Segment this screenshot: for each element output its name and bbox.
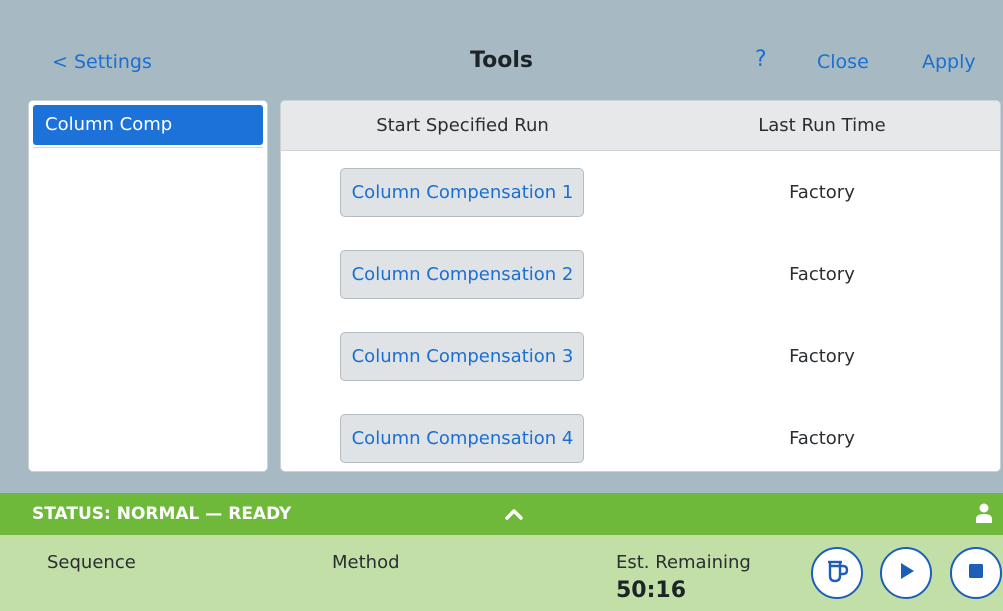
run-cell: Column Compensation 4 xyxy=(281,413,644,463)
table-header: Start Specified Run Last Run Time xyxy=(281,101,1000,151)
method-label: Method xyxy=(332,552,400,573)
close-button[interactable]: Close xyxy=(817,51,869,73)
run-info-panel: Sequence Method Est. Remaining 50:16 xyxy=(0,535,1003,611)
sidebar-divider xyxy=(33,147,263,148)
stop-button[interactable] xyxy=(950,547,1002,599)
chevron-up-icon[interactable] xyxy=(500,500,528,528)
column-compensation-4-button[interactable]: Column Compensation 4 xyxy=(340,413,585,463)
header: < Settings Tools ? Close Apply xyxy=(0,0,1003,100)
apply-button[interactable]: Apply xyxy=(922,51,976,73)
play-button[interactable] xyxy=(880,547,932,599)
sidebar: Column Comp xyxy=(28,100,268,472)
table-row: Column Compensation 3 Factory xyxy=(281,315,1000,397)
stop-icon xyxy=(965,560,987,586)
est-remaining-value: 50:16 xyxy=(616,578,687,603)
back-to-settings-link[interactable]: < Settings xyxy=(52,51,152,73)
vial-icon xyxy=(822,556,852,590)
column-compensation-3-button[interactable]: Column Compensation 3 xyxy=(340,331,585,381)
column-compensation-2-button[interactable]: Column Compensation 2 xyxy=(340,249,585,299)
run-cell: Column Compensation 3 xyxy=(281,331,644,381)
vial-button[interactable] xyxy=(811,547,863,599)
run-cell: Column Compensation 2 xyxy=(281,249,644,299)
help-button[interactable]: ? xyxy=(755,47,767,72)
sidebar-item-column-comp[interactable]: Column Comp xyxy=(33,105,263,145)
user-icon[interactable] xyxy=(974,502,994,524)
run-table: Start Specified Run Last Run Time Column… xyxy=(280,100,1001,472)
play-icon xyxy=(894,559,918,587)
status-text: STATUS: NORMAL — READY xyxy=(32,504,292,524)
last-run-time-cell: Factory xyxy=(789,181,855,203)
last-run-time-cell: Factory xyxy=(789,345,855,367)
status-bar: STATUS: NORMAL — READY xyxy=(0,493,1003,535)
tools-screen: < Settings Tools ? Close Apply Column Co… xyxy=(0,0,1003,611)
est-remaining-label: Est. Remaining xyxy=(616,552,751,573)
last-run-time-cell: Factory xyxy=(789,427,855,449)
table-row: Column Compensation 2 Factory xyxy=(281,233,1000,315)
column-header-last-run-time: Last Run Time xyxy=(758,115,886,136)
table-row: Column Compensation 4 Factory xyxy=(281,397,1000,471)
run-cell: Column Compensation 1 xyxy=(281,167,644,217)
last-run-time-cell: Factory xyxy=(789,263,855,285)
table-row: Column Compensation 1 Factory xyxy=(281,151,1000,233)
sequence-label: Sequence xyxy=(47,552,136,573)
column-header-start-run: Start Specified Run xyxy=(376,115,549,136)
column-compensation-1-button[interactable]: Column Compensation 1 xyxy=(340,167,585,217)
